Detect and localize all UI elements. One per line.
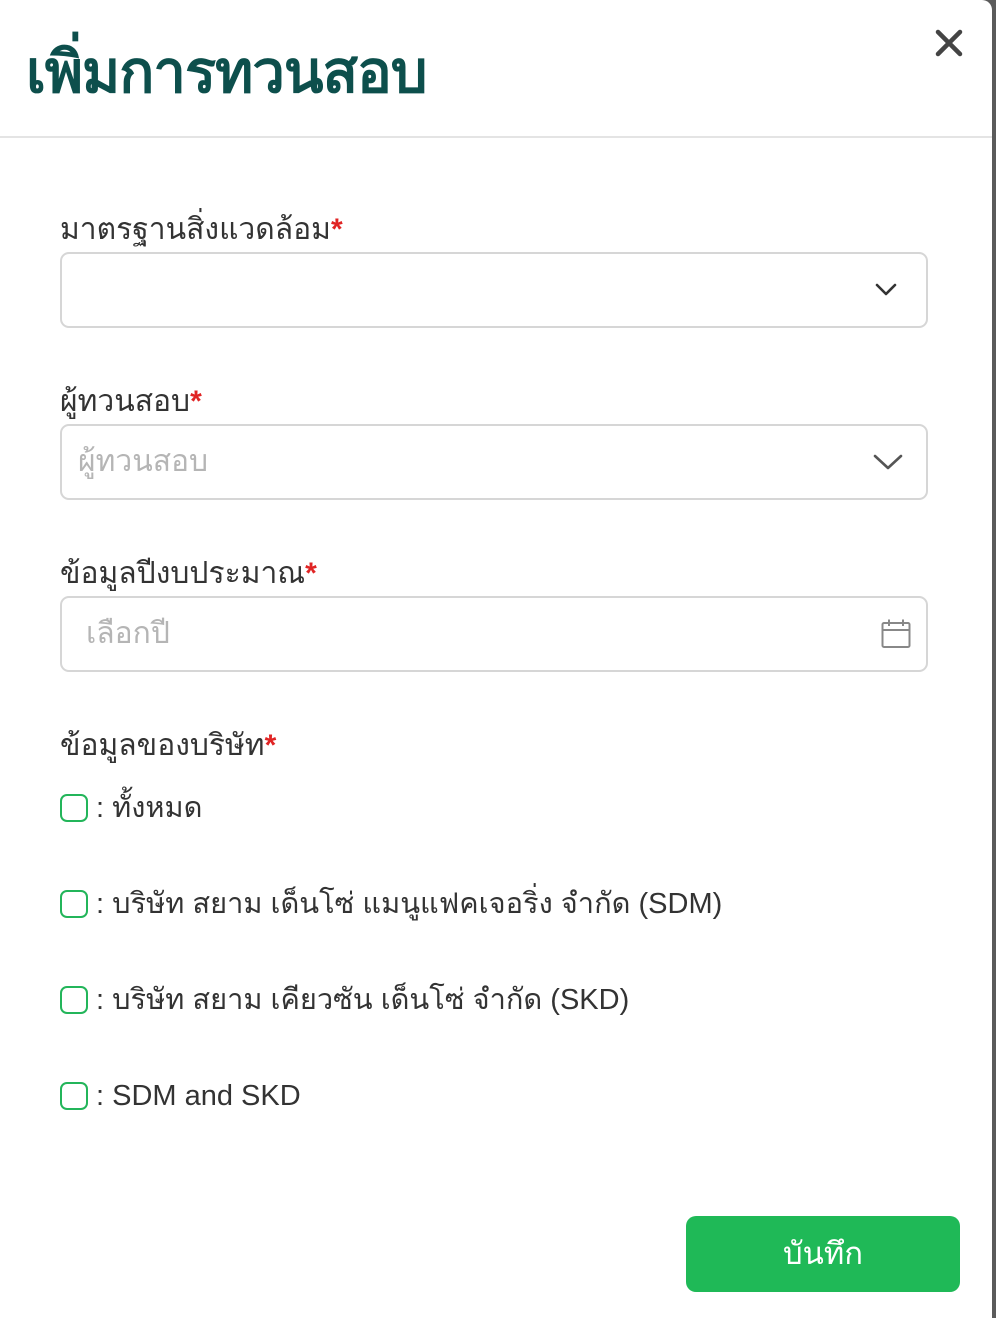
required-mark: *: [330, 213, 343, 246]
reviewer-label: ผู้ทวนสอบ*: [60, 385, 202, 418]
budget-year-placeholder: เลือกปี: [86, 617, 170, 650]
checkbox-label: : ทั้งหมด: [96, 792, 203, 824]
save-button[interactable]: บันทึก: [686, 1216, 960, 1292]
company-label: ข้อมูลของบริษัท*: [60, 729, 277, 762]
required-mark: *: [264, 729, 277, 762]
reviewer-select[interactable]: ผู้ทวนสอบ: [60, 424, 928, 500]
checkbox[interactable]: [60, 794, 88, 822]
checkbox-label: : SDM and SKD: [96, 1080, 301, 1112]
checkbox-label: : บริษัท สยาม เด็นโซ่ แมนูแฟคเจอริ่ง จำก…: [96, 888, 723, 920]
company-option-sdm-and-skd[interactable]: : SDM and SKD: [60, 1078, 301, 1114]
checkbox[interactable]: [60, 890, 88, 918]
checkbox-label: : บริษัท สยาม เคียวซัน เด็นโซ่ จำกัด (SK…: [96, 984, 630, 1016]
close-icon: [935, 29, 963, 57]
calendar-icon[interactable]: [880, 598, 912, 670]
reviewer-placeholder: ผู้ทวนสอบ: [78, 445, 209, 478]
required-mark: *: [190, 385, 202, 418]
required-mark: *: [305, 557, 317, 590]
add-review-dialog: เพิ่มการทวนสอบ มาตรฐานสิ่งแวดล้อม* ผู้ทว…: [0, 0, 992, 1318]
env-standard-select[interactable]: [60, 252, 928, 328]
budget-year-label: ข้อมูลปีงบประมาณ*: [60, 557, 317, 590]
chevron-down-icon: [874, 254, 898, 326]
company-option-skd[interactable]: : บริษัท สยาม เคียวซัน เด็นโซ่ จำกัด (SK…: [60, 982, 629, 1018]
dialog-header: เพิ่มการทวนสอบ: [0, 0, 992, 138]
checkbox[interactable]: [60, 986, 88, 1014]
checkbox[interactable]: [60, 1082, 88, 1110]
company-option-sdm[interactable]: : บริษัท สยาม เด็นโซ่ แมนูแฟคเจอริ่ง จำก…: [60, 886, 722, 922]
dialog-title: เพิ่มการทวนสอบ: [26, 40, 428, 105]
chevron-down-icon: [872, 426, 904, 498]
budget-year-picker[interactable]: เลือกปี: [60, 596, 928, 672]
env-standard-label: มาตรฐานสิ่งแวดล้อม*: [60, 213, 343, 246]
company-option-all[interactable]: : ทั้งหมด: [60, 790, 202, 826]
close-button[interactable]: [930, 24, 968, 62]
